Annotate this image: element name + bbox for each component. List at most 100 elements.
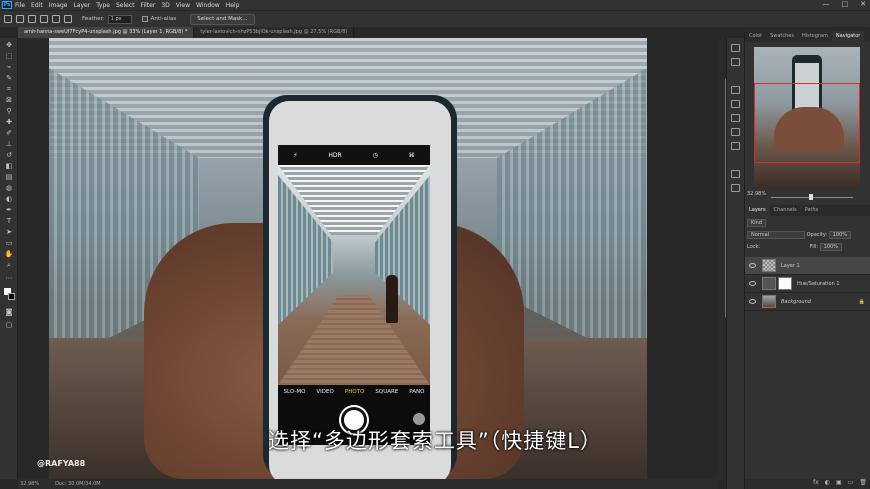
navigator-zoom[interactable]: 32.98%: [747, 191, 766, 197]
layer-name[interactable]: Background: [781, 299, 811, 305]
feather-label: Feather:: [82, 16, 105, 22]
navigator-zoom-knob[interactable]: [809, 194, 813, 200]
menu-image[interactable]: Image: [49, 2, 68, 9]
path-select-tool-icon[interactable]: ➤: [4, 228, 14, 236]
lasso-tool-icon[interactable]: ⌁: [4, 63, 14, 71]
menu-file[interactable]: File: [15, 2, 25, 9]
crop-tool-icon[interactable]: ⌗: [4, 85, 14, 93]
frame-tool-icon[interactable]: ⊠: [4, 96, 14, 104]
menu-window[interactable]: Window: [196, 2, 220, 9]
feather-input[interactable]: 1 px: [107, 14, 132, 24]
tab-channels[interactable]: Channels: [770, 205, 801, 216]
layer-name[interactable]: Layer 1: [781, 263, 800, 269]
home-icon[interactable]: [4, 15, 12, 23]
pen-tool-icon[interactable]: ✒: [4, 206, 14, 214]
quick-mask-icon[interactable]: ◙: [4, 308, 14, 316]
properties-panel-icon[interactable]: [731, 58, 740, 66]
layer-row-background[interactable]: Background 🔒: [745, 293, 870, 311]
blur-tool-icon[interactable]: ◍: [4, 184, 14, 192]
menu-select[interactable]: Select: [116, 2, 135, 9]
screen-mode-icon[interactable]: ▢: [4, 321, 14, 329]
quick-select-tool-icon[interactable]: ✎: [4, 74, 14, 82]
adjustment-layer-icon[interactable]: ◐: [825, 479, 830, 489]
menu-help[interactable]: Help: [226, 2, 240, 9]
fx-icon[interactable]: fx: [813, 479, 819, 489]
subtract-selection-icon[interactable]: [52, 15, 60, 23]
status-zoom[interactable]: 32.98%: [20, 479, 39, 489]
blend-row: Normal Opacity: 100%: [747, 231, 870, 240]
marquee-tool-icon[interactable]: ⬚: [4, 52, 14, 60]
canvas-scrollbar[interactable]: [718, 38, 729, 479]
background-color-swatch[interactable]: [8, 293, 15, 300]
layer-row-layer1[interactable]: Layer 1: [745, 257, 870, 275]
edit-toolbar-icon[interactable]: ⋯: [4, 274, 14, 282]
dodge-tool-icon[interactable]: ◐: [4, 195, 14, 203]
camera-top-bar: ⚡ HDR ◷ ⌘: [278, 145, 430, 165]
3d-panel-icon[interactable]: [731, 86, 740, 94]
character-panel-icon[interactable]: [731, 170, 740, 178]
brush-panel-icon[interactable]: [731, 142, 740, 150]
layer-row-hue-saturation[interactable]: Hue/Saturation 1: [745, 275, 870, 293]
visibility-eye-icon[interactable]: [749, 299, 756, 304]
tab-paths[interactable]: Paths: [801, 205, 823, 216]
menu-view[interactable]: View: [176, 2, 190, 9]
history-panel-icon[interactable]: [731, 44, 740, 52]
flash-icon: ⚡: [293, 151, 298, 159]
eyedropper-tool-icon[interactable]: ⚲: [4, 107, 14, 115]
tab-document-1[interactable]: amir-hanna-sweUf7FcyP4-unsplash.jpg @ 33…: [18, 27, 195, 38]
fill-input[interactable]: 100%: [819, 243, 842, 251]
kind-filter-select[interactable]: Kind: [747, 219, 767, 227]
brush-tool-icon[interactable]: ✐: [4, 129, 14, 137]
hand-tool-icon[interactable]: ✋: [4, 250, 14, 258]
document-image[interactable]: ⚡ HDR ◷ ⌘ SLO-MO VIDEO PHOTO SQUARE PANO: [49, 38, 647, 479]
healing-tool-icon[interactable]: ✚: [4, 118, 14, 126]
visibility-eye-icon[interactable]: [749, 263, 756, 268]
tab-histogram[interactable]: Histogram: [798, 31, 832, 42]
tab-layers[interactable]: Layers: [745, 205, 770, 216]
close-button[interactable]: ✕: [860, 0, 866, 8]
layer-name[interactable]: Hue/Saturation 1: [797, 281, 840, 287]
menu-3d[interactable]: 3D: [161, 2, 169, 9]
tab-color[interactable]: Color: [745, 31, 766, 42]
tab-document-2[interactable]: tyler-lastovich-nhzP53bjlOk-unsplash.jpg…: [194, 27, 355, 38]
zoom-tool-icon[interactable]: ⌕: [4, 261, 14, 269]
type-tool-icon[interactable]: T: [4, 217, 14, 225]
opacity-input[interactable]: 100%: [828, 231, 852, 239]
navigator-view-box[interactable]: [754, 83, 860, 163]
new-layer-icon[interactable]: ▭: [848, 479, 854, 489]
canvas-area[interactable]: ⚡ HDR ◷ ⌘ SLO-MO VIDEO PHOTO SQUARE PANO: [18, 38, 718, 479]
options-bar: Feather: 1 px Anti-alias Select and Mask…: [0, 10, 870, 27]
lock-icon: 🔒: [858, 298, 865, 305]
antialias-checkbox[interactable]: [141, 16, 148, 22]
maximize-button[interactable]: □: [842, 0, 849, 8]
add-selection-icon[interactable]: [40, 15, 48, 23]
tab-swatches[interactable]: Swatches: [766, 31, 798, 42]
menu-layer[interactable]: Layer: [73, 2, 90, 9]
adjustments-panel-icon[interactable]: [731, 114, 740, 122]
polygonal-lasso-icon[interactable]: [16, 15, 24, 23]
new-group-icon[interactable]: ▣: [836, 479, 842, 489]
menu-edit[interactable]: Edit: [31, 2, 43, 9]
new-selection-icon[interactable]: [28, 15, 36, 23]
libraries-panel-icon[interactable]: [731, 100, 740, 108]
styles-panel-icon[interactable]: [731, 128, 740, 136]
layer-mask-thumbnail[interactable]: [778, 277, 792, 290]
history-brush-tool-icon[interactable]: ↺: [4, 151, 14, 159]
tab-navigator[interactable]: Navigator: [831, 31, 865, 42]
menu-filter[interactable]: Filter: [141, 2, 156, 9]
gradient-tool-icon[interactable]: ▤: [4, 173, 14, 181]
intersect-selection-icon[interactable]: [64, 15, 72, 23]
navigator-tabs: Color Swatches Histogram Navigator: [745, 31, 870, 42]
delete-layer-icon[interactable]: 🗑: [859, 479, 867, 489]
select-and-mask-button[interactable]: Select and Mask...: [190, 13, 255, 25]
blend-mode-select[interactable]: Normal: [747, 231, 805, 239]
mode-square: SQUARE: [375, 389, 399, 395]
move-tool-icon[interactable]: ✥: [4, 41, 14, 49]
stamp-tool-icon[interactable]: ⊥: [4, 140, 14, 148]
eraser-tool-icon[interactable]: ◧: [4, 162, 14, 170]
minimize-button[interactable]: —: [823, 0, 830, 8]
rectangle-tool-icon[interactable]: ▭: [4, 239, 14, 247]
paragraph-panel-icon[interactable]: [731, 184, 740, 192]
menu-type[interactable]: Type: [96, 2, 110, 9]
visibility-eye-icon[interactable]: [749, 281, 756, 286]
